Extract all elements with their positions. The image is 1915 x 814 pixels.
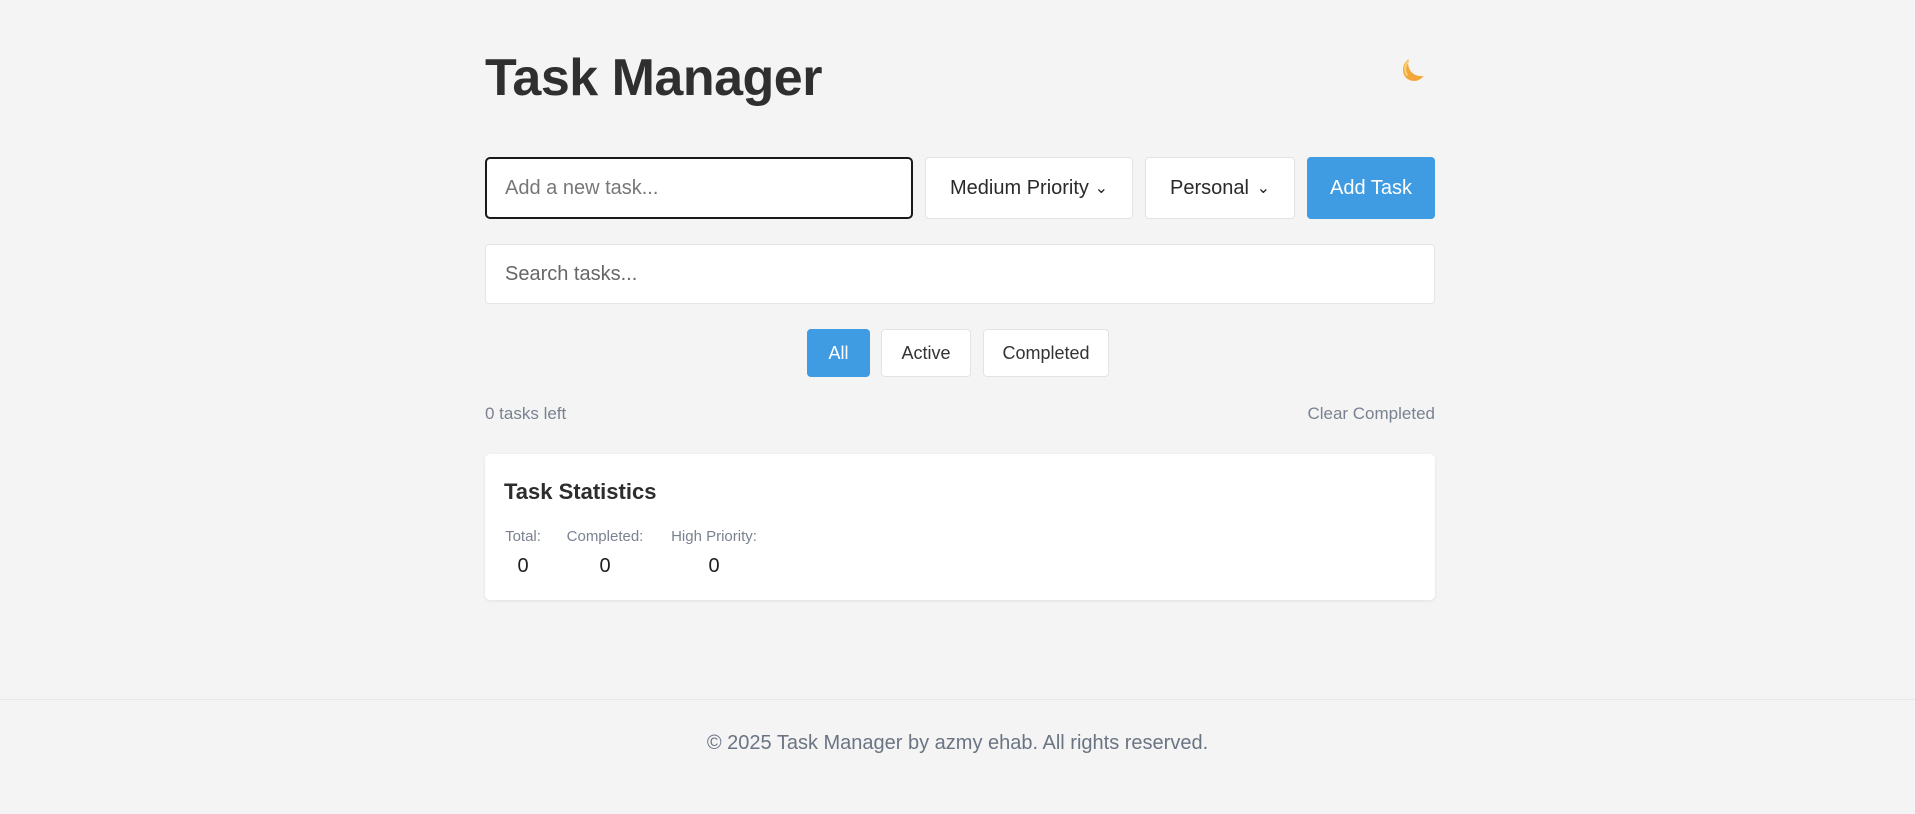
task-summary: 0 tasks left Clear Completed [485, 404, 1435, 428]
chevron-down-icon: ⌄ [1256, 180, 1270, 197]
stat-total-label: Total: [505, 528, 541, 545]
filter-completed-button[interactable]: Completed [983, 329, 1109, 377]
filter-buttons: All Active Completed [485, 329, 1435, 377]
filter-all-button[interactable]: All [807, 329, 870, 377]
footer: © 2025 Task Manager by azmy ehab. All ri… [0, 699, 1915, 814]
add-task-form: Medium Priority ⌄ Personal ⌄ Add Task [485, 157, 1435, 219]
stat-completed-label: Completed: [566, 528, 644, 545]
stat-high-priority: High Priority: 0 [667, 528, 761, 578]
stat-total-value: 0 [517, 555, 529, 577]
task-statistics-card: Task Statistics Total: 0 Completed: 0 Hi… [485, 454, 1435, 600]
category-select[interactable]: Personal ⌄ [1145, 157, 1295, 219]
priority-select-value: Medium Priority [950, 176, 1089, 199]
crescent-moon-icon [1403, 58, 1424, 81]
chevron-down-icon: ⌄ [1094, 180, 1108, 197]
new-task-input[interactable] [485, 157, 913, 219]
stat-completed: Completed: 0 [564, 528, 646, 578]
page-title: Task Manager [485, 49, 822, 107]
search-input[interactable] [485, 244, 1435, 304]
filter-active-button[interactable]: Active [881, 329, 971, 377]
stat-total: Total: 0 [504, 528, 542, 578]
clear-completed-button[interactable]: Clear Completed [1307, 404, 1435, 424]
footer-text: © 2025 Task Manager by azmy ehab. All ri… [706, 732, 1209, 754]
stat-high-priority-label: High Priority: [671, 528, 757, 545]
tasks-left-count: 0 tasks left [485, 404, 567, 423]
theme-toggle-button[interactable] [1391, 54, 1425, 88]
stat-completed-value: 0 [599, 555, 611, 577]
add-task-button[interactable]: Add Task [1307, 157, 1435, 219]
app-container: Task Manager Medium Priority ⌄ Personal … [485, 0, 1435, 600]
stat-high-priority-value: 0 [708, 555, 720, 577]
priority-select[interactable]: Medium Priority ⌄ [925, 157, 1133, 219]
category-select-value: Personal [1170, 176, 1249, 199]
stats-title: Task Statistics [504, 479, 657, 504]
header: Task Manager [485, 0, 1435, 150]
